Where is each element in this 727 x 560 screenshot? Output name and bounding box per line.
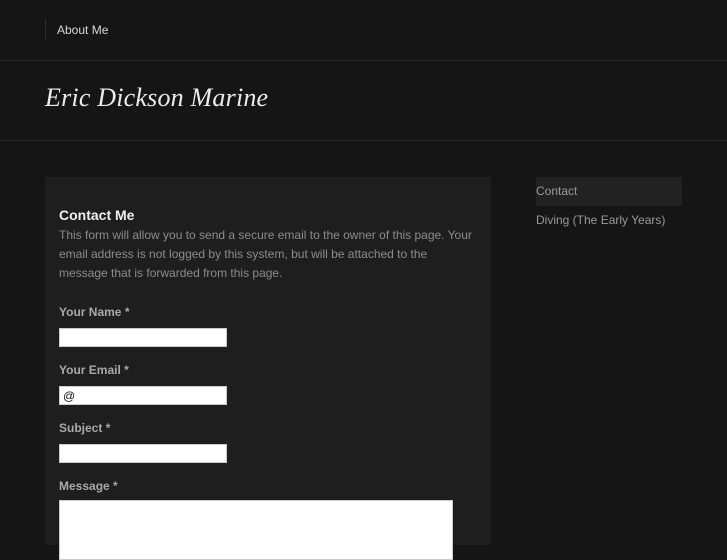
site-header: Eric Dickson Marine: [0, 61, 727, 141]
name-label: Your Name *: [59, 305, 130, 319]
required-marker: *: [124, 305, 130, 319]
email-input[interactable]: [59, 386, 227, 405]
message-textarea[interactable]: [59, 500, 453, 560]
email-label: Your Email *: [59, 363, 129, 377]
name-input[interactable]: [59, 328, 227, 347]
page-heading: Contact Me: [59, 207, 135, 223]
form-description: This form will allow you to send a secur…: [59, 228, 472, 280]
sidebar-nav: Contact Diving (The Early Years): [536, 177, 682, 235]
required-marker: *: [113, 479, 118, 493]
top-navigation: About Me: [0, 0, 727, 61]
sidebar-item-contact[interactable]: Contact: [536, 177, 682, 206]
subject-label: Subject *: [59, 421, 111, 435]
message-label: Message *: [59, 479, 118, 493]
required-marker: *: [124, 363, 129, 377]
nav-item-about-me[interactable]: About Me: [57, 23, 108, 37]
nav-divider: [45, 19, 46, 41]
site-title[interactable]: Eric Dickson Marine: [45, 83, 268, 113]
contact-form-panel: Contact Me This form will allow you to s…: [45, 177, 491, 560]
sidebar-item-diving-early-years[interactable]: Diving (The Early Years): [536, 206, 682, 235]
required-marker: *: [105, 421, 111, 435]
subject-input[interactable]: [59, 444, 227, 463]
